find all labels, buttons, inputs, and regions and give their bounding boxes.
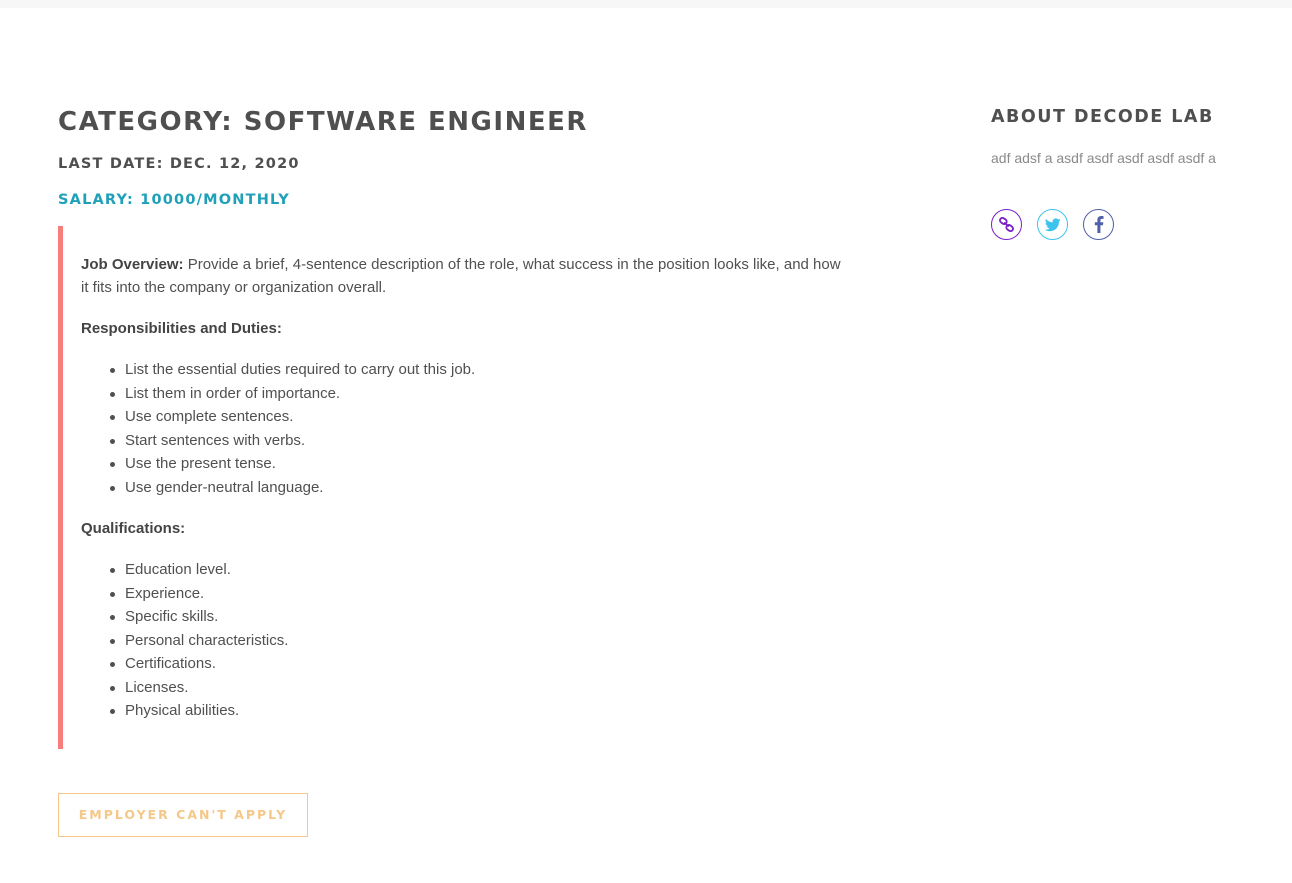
job-main: CATEGORY: SOFTWARE ENGINEER LAST DATE: D… — [58, 104, 858, 749]
job-overview: Job Overview: Provide a brief, 4-sentenc… — [81, 226, 848, 299]
list-item: Use gender-neutral language. — [110, 476, 848, 500]
list-item: Physical abilities. — [110, 699, 848, 723]
top-bar — [0, 0, 1292, 8]
list-item: Personal characteristics. — [110, 629, 848, 653]
job-overview-label: Job Overview: — [81, 256, 184, 273]
salary: SALARY: 10000/MONTHLY — [58, 192, 290, 208]
social-links — [991, 209, 1271, 240]
list-item: Licenses. — [110, 676, 848, 700]
last-date: LAST DATE: DEC. 12, 2020 — [58, 156, 300, 172]
sidebar: ABOUT DECODE LAB adf adsf a asdf asdf as… — [991, 104, 1271, 240]
responsibilities-heading: Responsibilities and Duties: — [81, 320, 282, 337]
job-description: Job Overview: Provide a brief, 4-sentenc… — [58, 226, 848, 749]
list-item: Specific skills. — [110, 605, 848, 629]
qualifications-list: Education level. Experience. Specific sk… — [81, 558, 848, 723]
list-item: List the essential duties required to ca… — [110, 358, 848, 382]
list-item: Education level. — [110, 558, 848, 582]
category-title: CATEGORY: SOFTWARE ENGINEER — [58, 107, 588, 137]
list-item: Use complete sentences. — [110, 405, 848, 429]
responsibilities-list: List the essential duties required to ca… — [81, 358, 848, 499]
job-overview-text: Provide a brief, 4-sentence description … — [81, 256, 841, 296]
list-item: List them in order of importance. — [110, 382, 848, 406]
twitter-icon[interactable] — [1037, 209, 1068, 240]
employer-cant-apply-button[interactable]: EMPLOYER CAN'T APPLY — [58, 793, 308, 837]
link-icon[interactable] — [991, 209, 1022, 240]
about-title: ABOUT DECODE LAB — [991, 107, 1214, 127]
qualifications-heading: Qualifications: — [81, 520, 186, 537]
facebook-icon[interactable] — [1083, 209, 1114, 240]
list-item: Experience. — [110, 582, 848, 606]
list-item: Use the present tense. — [110, 452, 848, 476]
list-item: Certifications. — [110, 652, 848, 676]
about-text: adf adsf a asdf asdf asdf asdf asdf a — [991, 150, 1216, 166]
list-item: Start sentences with verbs. — [110, 429, 848, 453]
